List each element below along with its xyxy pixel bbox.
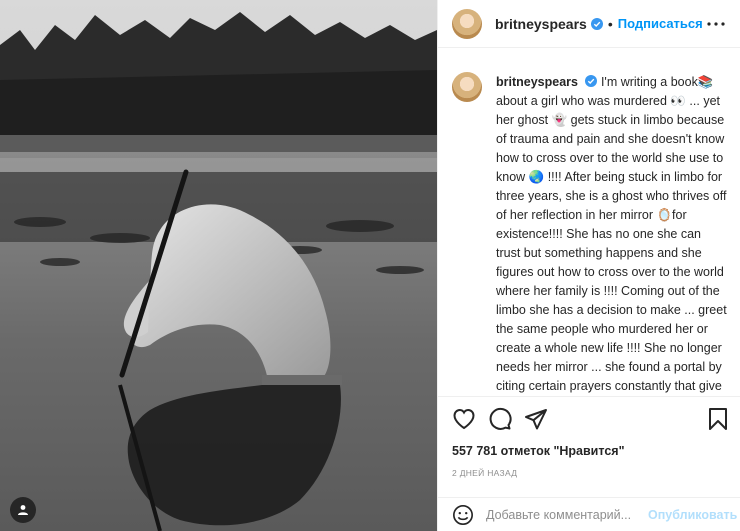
share-icon[interactable]: [524, 407, 548, 431]
username[interactable]: britneyspears: [495, 16, 587, 32]
likes-count[interactable]: 557 781 отметок "Нравится": [452, 444, 625, 458]
photo-image: [0, 0, 437, 531]
more-options-button[interactable]: [705, 13, 727, 35]
post-header: britneyspears • Подписаться: [438, 0, 740, 48]
comment-icon[interactable]: [488, 407, 512, 431]
verified-icon: [590, 17, 603, 30]
separator-dot: •: [607, 15, 613, 32]
heart-icon[interactable]: [452, 407, 476, 431]
caption-text: I'm writing a book📚 about a girl who was…: [496, 75, 727, 393]
post-details-panel: britneyspears • Подписаться britneyspear…: [437, 0, 740, 531]
post-comment-button[interactable]: Опубликовать: [648, 508, 737, 522]
caption-area: britneyspears I'm writing a book📚 about …: [438, 55, 740, 395]
comment-bar: Опубликовать: [438, 497, 740, 531]
caption-avatar[interactable]: [452, 72, 482, 102]
comment-input[interactable]: [486, 507, 644, 522]
caption: britneyspears I'm writing a book📚 about …: [496, 73, 728, 395]
caption-username[interactable]: britneyspears: [496, 75, 578, 89]
follow-button[interactable]: Подписаться: [618, 16, 703, 31]
action-bar: [438, 396, 740, 444]
post-timestamp[interactable]: 2 ДНЕЙ НАЗАД: [452, 468, 517, 478]
more-options-icon: [707, 22, 725, 26]
caption-verified-icon: [585, 75, 598, 87]
emoji-icon[interactable]: [452, 504, 474, 526]
user-tag-icon: [18, 505, 28, 515]
post-photo[interactable]: [0, 0, 437, 531]
bookmark-icon[interactable]: [706, 407, 730, 431]
avatar[interactable]: [452, 8, 482, 39]
user-tag-button[interactable]: [10, 497, 36, 523]
